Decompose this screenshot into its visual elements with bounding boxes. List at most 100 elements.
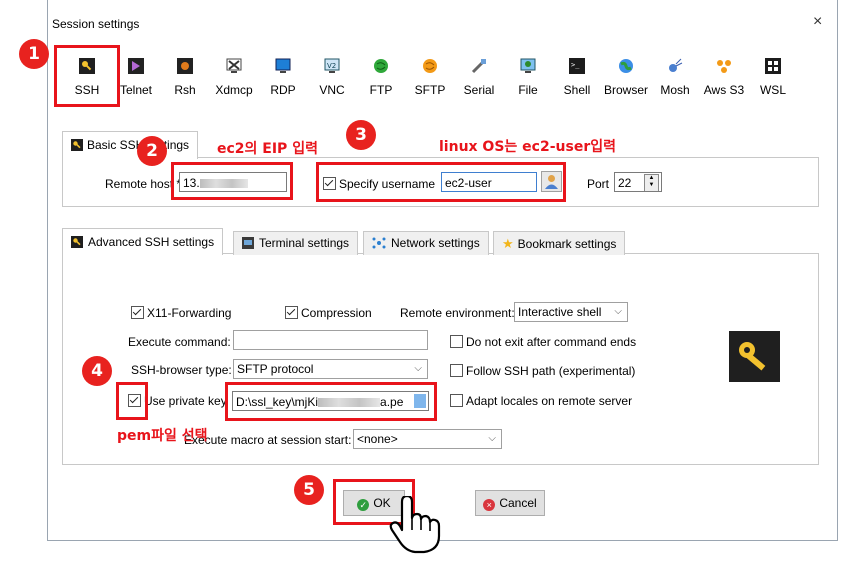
x11-label: X11-Forwarding [147, 306, 232, 320]
tool-label: Shell [563, 83, 591, 97]
checkbox-unchecked [450, 364, 463, 377]
port-input[interactable]: 22 ▲ ▼ [614, 172, 662, 192]
checkbox-unchecked [450, 394, 463, 407]
do-not-exit-checkbox[interactable]: Do not exit after command ends [450, 335, 636, 349]
tab-label: Network settings [391, 236, 480, 250]
tab-basic-ssh-settings[interactable]: Basic SSH settings [62, 131, 199, 159]
macro-value: <none> [357, 432, 398, 446]
tab-label: Terminal settings [259, 236, 350, 250]
macro-select[interactable]: <none> ⌵ [353, 429, 502, 449]
x11-forwarding-checkbox[interactable]: X11-Forwarding [131, 306, 231, 320]
adapt-locales-label: Adapt locales on remote server [466, 394, 633, 408]
tool-sftp[interactable]: SFTP [405, 58, 455, 97]
tab-terminal-settings[interactable]: Terminal settings [233, 231, 359, 255]
checkbox-unchecked [450, 335, 463, 348]
cancel-label: Cancel [499, 496, 537, 510]
tool-label: Serial [463, 83, 495, 97]
rdp-icon [275, 58, 291, 74]
port-value: 22 [618, 176, 632, 190]
annotation-box-use-key [116, 382, 148, 420]
tool-label: Rsh [174, 83, 196, 97]
tool-label: SFTP [414, 83, 446, 97]
annotation-linux-text: linux OS는 ec2-user입력 [439, 139, 616, 155]
remote-host-label: Remote host * [105, 177, 182, 191]
follow-path-label: Follow SSH path (experimental) [466, 364, 636, 378]
step-badge-4: 4 [82, 356, 112, 386]
annotation-box-ssh [54, 45, 120, 107]
terminal-icon [242, 237, 254, 249]
tool-rdp[interactable]: RDP [258, 58, 308, 97]
tool-label: Aws S3 [703, 83, 745, 97]
shell-icon: >_ [569, 58, 585, 74]
tool-file[interactable]: File [503, 58, 553, 97]
annotation-box-username [316, 162, 566, 202]
tool-label: FTP [369, 83, 393, 97]
port-spinner[interactable]: ▲ ▼ [644, 174, 659, 191]
annotation-eip-text: ec2의 EIP 입력 [217, 141, 318, 157]
step-badge-1: 1 [19, 39, 49, 69]
tab-label: Bookmark settings [517, 237, 617, 251]
tool-label: VNC [319, 83, 345, 97]
chevron-down-icon: ⌵ [414, 363, 422, 374]
tool-shell[interactable]: >_ Shell [552, 58, 602, 97]
follow-ssh-path-checkbox[interactable]: Follow SSH path (experimental) [450, 364, 635, 378]
tool-aws-s3[interactable]: Aws S3 [699, 58, 749, 97]
checkbox-checked [285, 306, 298, 319]
port-label: Port [587, 177, 610, 191]
window-title: Session settings [52, 17, 140, 31]
annotation-box-remote-host [171, 162, 293, 200]
tool-browser[interactable]: Browser [601, 58, 651, 97]
tool-label: Xdmcp [215, 83, 253, 97]
adapt-locales-checkbox[interactable]: Adapt locales on remote server [450, 394, 632, 408]
tool-label: File [518, 83, 538, 97]
vnc-icon: V2 [324, 58, 340, 74]
cancel-x-icon: × [483, 499, 496, 511]
tool-vnc[interactable]: V2 VNC [307, 58, 357, 97]
tool-wsl[interactable]: WSL [748, 58, 798, 97]
tool-label: WSL [759, 83, 786, 97]
mosh-icon [667, 58, 683, 74]
annotation-box-key-path [225, 382, 437, 421]
compression-label: Compression [301, 306, 372, 320]
xdmcp-icon [226, 58, 242, 74]
do-not-exit-label: Do not exit after command ends [466, 335, 637, 349]
annotation-pem-text: pem파일 선택 [117, 428, 208, 444]
chevron-down-icon: ⌵ [614, 306, 622, 317]
tool-label: Mosh [660, 83, 690, 97]
svg-text:>_: >_ [571, 61, 580, 69]
ftp-icon [373, 58, 389, 74]
key-icon [71, 236, 83, 248]
telnet-icon [128, 58, 144, 74]
ssh-browser-type-select[interactable]: SFTP protocol ⌵ [233, 359, 428, 379]
rsh-icon [177, 58, 193, 74]
network-icon [372, 237, 386, 249]
step-badge-2: 2 [137, 136, 167, 166]
compression-checkbox[interactable]: Compression [285, 306, 372, 320]
tab-advanced-ssh-settings[interactable]: Advanced SSH settings [62, 228, 224, 255]
tab-bookmark-settings[interactable]: ★ Bookmark settings [493, 231, 626, 255]
tool-rsh[interactable]: Rsh [160, 58, 210, 97]
aws-s3-icon [716, 58, 732, 74]
tool-label: RDP [270, 83, 296, 97]
tool-xdmcp[interactable]: Xdmcp [209, 58, 259, 97]
tool-mosh[interactable]: Mosh [650, 58, 700, 97]
close-icon[interactable]: × [813, 13, 822, 31]
cancel-button[interactable]: × Cancel [475, 490, 545, 516]
remote-env-label: Remote environment: [400, 306, 515, 320]
big-key-icon [729, 331, 780, 382]
tool-serial[interactable]: Serial [454, 58, 504, 97]
execute-command-label: Execute command: [128, 335, 231, 349]
chevron-down-icon: ⌵ [488, 433, 496, 444]
sftp-icon [422, 58, 438, 74]
tool-ftp[interactable]: FTP [356, 58, 406, 97]
tab-label: Advanced SSH settings [88, 235, 215, 249]
browser-icon [618, 58, 634, 74]
remote-env-select[interactable]: Interactive shell ⌵ [514, 302, 628, 322]
svg-text:V2: V2 [327, 62, 336, 70]
ssh-browser-type-label: SSH-browser type: [131, 363, 232, 377]
tab-network-settings[interactable]: Network settings [363, 231, 489, 255]
wsl-icon [765, 58, 781, 74]
browser-type-value: SFTP protocol [237, 362, 314, 376]
hand-pointer-icon [388, 494, 448, 557]
execute-command-input[interactable] [233, 330, 428, 350]
